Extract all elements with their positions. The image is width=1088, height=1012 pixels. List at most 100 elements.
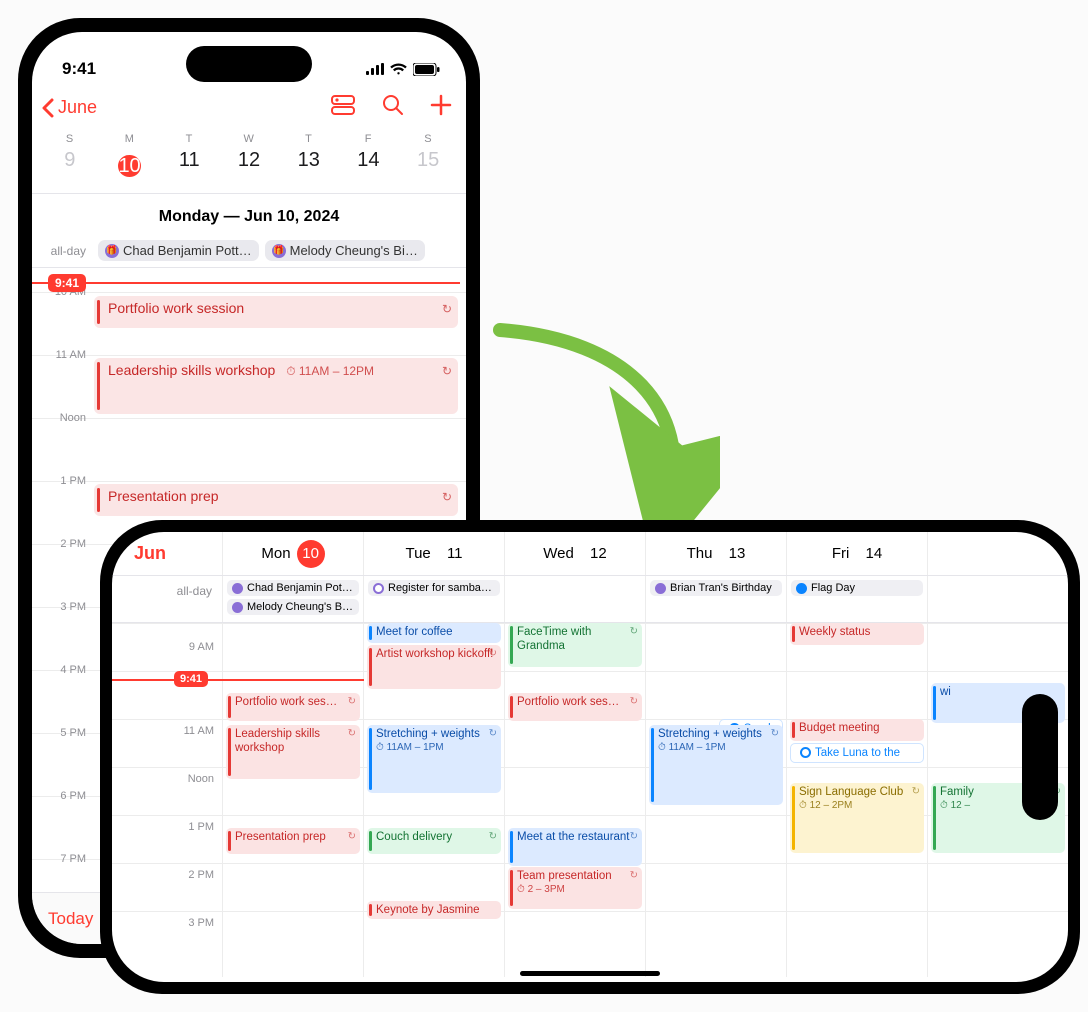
day-column-fri: Weekly status Budget meetingTake Luna to … (786, 623, 927, 977)
home-indicator (520, 971, 660, 976)
chip-text: Melody Cheung's Bi… (290, 243, 418, 258)
allday-cell: Flag Day (786, 576, 927, 622)
hour-label: 9 AM (189, 641, 214, 653)
day-column-tue: Meet for coffee Artist workshop kickoff!↻… (363, 623, 504, 977)
event-block[interactable]: Keynote by Jasmine (367, 901, 501, 919)
allday-row: all-day 🎁Chad Benjamin Pott… 🎁Melody Che… (32, 236, 466, 268)
date-cell[interactable]: 15 (398, 149, 458, 183)
gift-icon (232, 602, 243, 613)
event-block[interactable]: Meet at the restaurant↻ (508, 828, 642, 866)
allday-event-chip[interactable]: Melody Cheung's B… (227, 599, 359, 615)
recurring-icon: ↻ (489, 728, 497, 740)
event-block[interactable]: Take Luna to the vet (790, 743, 924, 763)
chevron-left-icon (40, 98, 54, 118)
allday-cell (504, 576, 645, 622)
event-block[interactable]: Couch delivery↻ (367, 828, 501, 854)
plus-icon (430, 94, 452, 116)
event-title: Presentation prep (108, 488, 219, 504)
event-title: Stretching + weights (376, 728, 480, 740)
event-block[interactable]: Sign Language Club⏱ 12 – 2PM↻ (790, 783, 924, 853)
date-cell[interactable]: 13 (279, 149, 339, 183)
day-column-header[interactable]: Mon10 (222, 532, 363, 575)
event-block[interactable]: Budget meeting (790, 719, 924, 741)
weekday-label: S (40, 133, 100, 145)
cell-signal-icon (366, 63, 384, 75)
allday-event-chip[interactable]: Chad Benjamin Pot… (227, 580, 359, 596)
event-title: Sign Language Club (799, 786, 903, 798)
event-block[interactable]: Presentation prep↻ (226, 828, 360, 854)
allday-event-chip[interactable]: 🎁 Melody Cheung's Bi… (265, 240, 425, 261)
event-block[interactable]: Portfolio work ses…↻ (226, 693, 360, 721)
recurring-icon: ↻ (630, 696, 638, 708)
month-label[interactable]: Jun (112, 543, 222, 564)
event-block[interactable]: Artist workshop kickoff!↻ (367, 645, 501, 689)
now-indicator: 9:41 (112, 679, 364, 681)
event-subtitle: ⏱ 11AM – 12PM (286, 364, 374, 378)
event-block[interactable]: Portfolio work ses…↻ (508, 693, 642, 721)
weekday-label: T (279, 133, 339, 145)
event-title: Meet at the restaurant (517, 831, 630, 843)
recurring-icon: ↻ (630, 831, 638, 843)
gift-icon: 🎁 (272, 244, 286, 258)
star-icon (796, 583, 807, 594)
list-view-button[interactable] (330, 95, 356, 120)
back-button[interactable]: June (40, 97, 97, 118)
status-icons (366, 63, 440, 76)
event-block[interactable]: Stretching + weights⏱ 11AM – 1PM↻ (649, 725, 783, 805)
allday-cell: Brian Tran's Birthday (645, 576, 786, 622)
event-title: Team presentation (517, 870, 612, 882)
event-title: Presentation prep (235, 831, 326, 843)
date-cell[interactable]: 14 (339, 149, 399, 183)
battery-icon (413, 63, 440, 76)
date-cell[interactable]: 11 (159, 149, 219, 183)
gift-icon (655, 583, 666, 594)
allday-event-chip[interactable]: 🎁Chad Benjamin Pott… (98, 240, 259, 261)
add-button[interactable] (430, 94, 452, 121)
event-block[interactable]: FaceTime with Grandma↻ (508, 623, 642, 667)
event-title: Meet for coffee (376, 626, 453, 638)
event-block[interactable]: Meet for coffee (367, 623, 501, 643)
event-title: Portfolio work ses… (235, 696, 337, 708)
date-cell-selected[interactable]: 10 (100, 149, 160, 183)
allday-event-chip[interactable]: Flag Day (791, 580, 923, 596)
event-block[interactable]: Leadership skills workshop ⏱ 11AM – 12PM… (94, 358, 458, 414)
event-block[interactable]: Team presentation⏱ 2 – 3PM↻ (508, 867, 642, 909)
event-subtitle: ⏱ 2 – 3PM (517, 884, 637, 896)
event-block[interactable]: Leadership skills workshop↻ (226, 725, 360, 779)
recurring-icon: ↻ (771, 728, 779, 740)
weekday-label: F (339, 133, 399, 145)
allday-event-chip[interactable]: Register for samba… (368, 580, 500, 596)
hour-label: 1 PM (36, 475, 86, 487)
circle-icon (800, 747, 811, 758)
weekday-label: T (159, 133, 219, 145)
hour-label: 11 AM (184, 725, 214, 737)
week-header: Jun Mon10 Tue 11 Wed 12 Thu 13 Fri 14 (112, 532, 1068, 576)
event-block[interactable]: Presentation prep ↻ (94, 484, 458, 516)
event-title: Portfolio work session (108, 300, 244, 316)
phone-landscape-frame: Jun Mon10 Tue 11 Wed 12 Thu 13 Fri 14 al… (100, 520, 1080, 994)
status-time: 9:41 (62, 59, 96, 79)
search-button[interactable] (382, 94, 404, 121)
day-column-header[interactable]: Thu 13 (645, 532, 786, 575)
event-block[interactable]: Portfolio work session ↻ (94, 296, 458, 328)
event-title: Weekly status (799, 626, 870, 638)
event-block[interactable]: Stretching + weights⏱ 11AM – 1PM↻ (367, 725, 501, 793)
day-column-header[interactable]: Fri 14 (786, 532, 927, 575)
hour-label: 4 PM (36, 664, 86, 676)
hour-label: 3 PM (36, 601, 86, 613)
day-column-header[interactable]: Wed 12 (504, 532, 645, 575)
hour-label: 2 PM (36, 538, 86, 550)
date-cell[interactable]: 9 (40, 149, 100, 183)
event-title: Stretching + weights (658, 728, 762, 740)
gift-icon (232, 583, 243, 594)
allday-event-chip[interactable]: Brian Tran's Birthday (650, 580, 782, 596)
date-cell[interactable]: 12 (219, 149, 279, 183)
day-column-header[interactable]: Tue 11 (363, 532, 504, 575)
recurring-icon: ↻ (442, 490, 452, 504)
week-grid[interactable]: 9:41 9 AM 11 AM Noon 1 PM 2 PM 3 PM Port… (112, 623, 1068, 977)
day-column-header[interactable] (927, 532, 1068, 575)
event-block[interactable]: Weekly status (790, 623, 924, 645)
event-title: FaceTime with Grandma (517, 626, 591, 652)
hour-label: 1 PM (188, 821, 214, 833)
today-button[interactable]: Today (48, 909, 93, 929)
